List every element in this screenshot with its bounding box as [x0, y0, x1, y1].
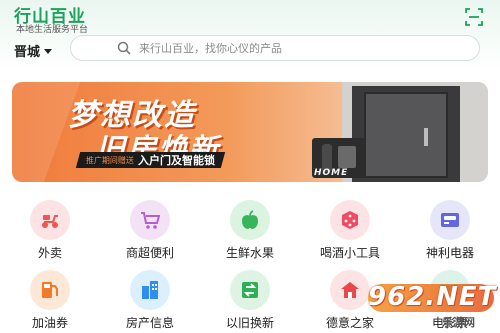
category-label: 房产信息 — [125, 316, 174, 330]
category-label: 喝酒小工具 — [319, 246, 380, 260]
category-yijiuhuanxin[interactable]: 以旧换新 — [210, 270, 290, 330]
banner-promo-small: 推广期间赠送 — [86, 155, 134, 165]
watermark-text: 962.NET — [368, 282, 497, 312]
app-slogan: 本地生活服务平台 — [16, 25, 89, 35]
category-shenli[interactable]: 神利电器 — [410, 200, 490, 260]
fuel-icon — [42, 282, 58, 298]
scan-icon[interactable] — [465, 8, 483, 26]
category-jiayou[interactable]: 加油券 — [10, 270, 90, 330]
category-icon-bg — [430, 200, 470, 240]
category-shengxian[interactable]: 生鲜水果 — [210, 200, 290, 260]
category-icon-bg — [130, 200, 170, 240]
home-icon — [341, 282, 359, 298]
category-icon-bg — [230, 270, 270, 310]
category-label: 商超便利 — [125, 246, 174, 260]
dice-icon — [342, 211, 358, 229]
category-waimai[interactable]: 外卖 — [10, 200, 90, 260]
category-icon-bg — [30, 200, 70, 240]
category-icon-bg — [30, 270, 70, 310]
category-label: 以旧换新 — [225, 316, 274, 330]
category-shangchao[interactable]: 商超便利 — [110, 200, 190, 260]
cart-icon — [141, 212, 160, 229]
exchange-icon — [242, 282, 258, 298]
banner-brand: HOME — [314, 168, 349, 178]
smart-lock-device-2 — [338, 146, 356, 168]
category-label: 神利电器 — [425, 246, 474, 260]
city-selector[interactable]: 晋城 — [14, 41, 53, 60]
door-panel — [364, 92, 448, 178]
category-icon-bg — [130, 270, 170, 310]
category-icon-bg — [330, 270, 370, 310]
category-label: 外卖 — [37, 246, 62, 260]
watermark-subtext: 乐游网 — [442, 316, 475, 329]
category-icon-bg — [330, 200, 370, 240]
scooter-icon — [42, 215, 58, 228]
banner-promo-big: 入户门及智能锁 — [138, 154, 215, 167]
appliance-icon — [441, 213, 459, 227]
building-icon — [142, 281, 158, 299]
category-hejiu[interactable]: 喝酒小工具 — [310, 200, 390, 260]
search-bar[interactable] — [70, 35, 480, 61]
search-icon — [117, 41, 131, 55]
apple-icon — [242, 210, 258, 229]
city-name: 晋城 — [14, 45, 41, 60]
promo-banner[interactable]: HOME 梦想改造 旧房焕新 推广期间赠送 入户门及智能锁 — [12, 82, 488, 182]
category-fangchan[interactable]: 房产信息 — [110, 270, 190, 330]
category-label: 生鲜水果 — [225, 246, 274, 260]
category-label: 加油券 — [31, 316, 68, 330]
door-handle — [424, 128, 428, 146]
banner-promo-tag: 推广期间赠送 入户门及智能锁 — [75, 152, 226, 168]
site-watermark: 962.NET 乐游网 — [368, 282, 496, 330]
app-header: 行山百业 本地生活服务平台 晋城 — [0, 0, 500, 70]
search-input[interactable] — [139, 39, 459, 57]
caret-down-icon — [44, 49, 53, 54]
category-icon-bg — [230, 200, 270, 240]
